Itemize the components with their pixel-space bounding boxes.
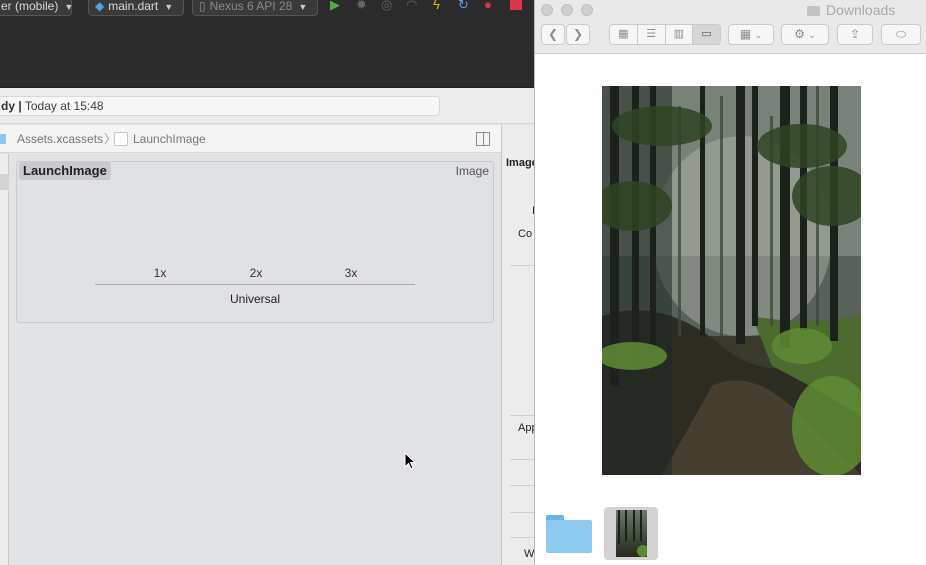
tag-icon: ⬭	[895, 27, 907, 41]
hot-restart-icon[interactable]: ↻	[458, 0, 469, 12]
list-icon: ☰	[646, 28, 657, 40]
chevron-down-icon: ⌄	[754, 30, 763, 40]
minimize-window-button[interactable]	[561, 4, 573, 16]
inspector-divider	[510, 537, 534, 538]
gallery-icon: ▭	[701, 28, 712, 40]
target-file-selector[interactable]: ◆ main.dart ▼	[88, 0, 184, 16]
debug-icon[interactable]: ✹	[356, 0, 367, 12]
chevron-left-icon: ❮	[547, 27, 559, 41]
activity-status: dy | Today at 15:48	[0, 96, 440, 116]
scheme-label: er (mobile)	[1, 0, 59, 13]
finder-toolbar: Downloads ❮ ❯ ▦ ☰ ▥ ▭ ▦ ⌄ ⚙ ⌄ ⇪ ⬭	[535, 0, 926, 54]
gallery-thumbnail-strip	[535, 500, 926, 565]
asset-list-strip[interactable]	[0, 154, 9, 565]
flutter-icon: ◆	[95, 0, 105, 13]
asset-type-label: Image	[455, 164, 489, 178]
asset-list-selection[interactable]	[0, 174, 9, 190]
action-button[interactable]: ⚙ ⌄	[781, 24, 829, 45]
view-mode-selector: ▦ ☰ ▥ ▭	[609, 24, 721, 45]
stop-icon[interactable]	[510, 0, 522, 10]
inspector-divider	[510, 512, 534, 513]
share-button[interactable]: ⇪	[837, 24, 873, 45]
icon-view-button[interactable]: ▦	[610, 25, 638, 44]
image-set-icon	[114, 132, 128, 146]
toolbar-row: er (mobile) ▼ ◆ main.dart ▼ ▯ Nexus 6 API 28…	[0, 0, 534, 17]
folder-icon	[0, 134, 6, 144]
columns-icon: ▥	[673, 28, 685, 40]
finder-title: Downloads	[807, 2, 895, 18]
gallery-view-button[interactable]: ▭	[693, 25, 720, 44]
chevron-down-icon: ▼	[298, 2, 308, 12]
inspector-divider	[510, 485, 534, 486]
share-icon: ⇪	[849, 27, 861, 41]
profile-icon[interactable]: ◎	[381, 0, 392, 12]
attach-icon[interactable]: ◠	[406, 0, 417, 12]
device-selector[interactable]: ▯ Nexus 6 API 28 ▼	[192, 0, 318, 16]
breadcrumb-item-assets[interactable]: Assets.xcassets	[17, 125, 103, 153]
chevron-down-icon: ⌄	[808, 30, 816, 40]
forest-image	[602, 86, 861, 475]
grid-icon: ▦	[739, 27, 752, 41]
asset-editor: LaunchImage Image 1x 2x 3x Universal	[9, 154, 501, 565]
gear-icon: ⚙	[794, 27, 805, 41]
slot-1x[interactable]: 1x	[145, 266, 175, 280]
tags-button[interactable]: ⬭	[881, 24, 921, 45]
folder-icon	[546, 520, 592, 553]
finder-window: Downloads ❮ ❯ ▦ ☰ ▥ ▭ ▦ ⌄ ⚙ ⌄ ⇪ ⬭	[534, 0, 926, 565]
inspector-divider	[510, 415, 534, 416]
slot-2x[interactable]: 2x	[241, 266, 271, 280]
sync-icon[interactable]: ●	[484, 0, 492, 12]
status-state: dy	[1, 99, 16, 113]
device-label: Nexus 6 API 28	[209, 0, 293, 13]
slot-divider	[95, 284, 415, 285]
chevron-down-icon: ▼	[164, 2, 174, 12]
image-set-card[interactable]: LaunchImage Image 1x 2x 3x Universal	[16, 161, 494, 323]
list-view-button[interactable]: ☰	[638, 25, 666, 44]
finder-title-text: Downloads	[826, 2, 896, 18]
column-view-button[interactable]: ▥	[666, 25, 694, 44]
hot-reload-icon[interactable]: ϟ	[433, 0, 440, 12]
forest-image-preview[interactable]	[602, 86, 861, 475]
slot-3x[interactable]: 3x	[336, 266, 366, 280]
forest-thumbnail	[618, 510, 647, 557]
inspector-divider	[510, 265, 534, 266]
inspector-row-4: W	[524, 548, 534, 560]
image-thumbnail-selected[interactable]	[604, 507, 658, 560]
split-editor-icon[interactable]	[476, 132, 490, 146]
inspector-row-3: App	[518, 422, 534, 434]
forward-button[interactable]: ❯	[566, 24, 590, 45]
forest-thumbnail-image	[616, 510, 647, 557]
inspector-divider	[510, 459, 534, 460]
group-button[interactable]: ▦ ⌄	[728, 24, 774, 45]
chevron-down-icon: ▼	[64, 2, 74, 12]
asset-name[interactable]: LaunchImage	[19, 162, 111, 180]
status-separator: |	[18, 99, 22, 113]
zoom-window-button[interactable]	[581, 4, 593, 16]
phone-icon: ▯	[199, 0, 206, 13]
breadcrumb-item-launchimage[interactable]: LaunchImage	[133, 125, 206, 153]
ide-toolbar: er (mobile) ▼ ◆ main.dart ▼ ▯ Nexus 6 API 28…	[0, 0, 534, 88]
breadcrumb: Assets.xcassets 〉 LaunchImage	[0, 125, 501, 153]
scheme-selector[interactable]: er (mobile) ▼	[0, 0, 74, 16]
inspector-panel: Image I Co App W	[501, 125, 534, 565]
back-button[interactable]: ❮	[541, 24, 565, 45]
folder-icon	[807, 6, 820, 16]
idiom-label: Universal	[229, 292, 280, 306]
folder-thumbnail[interactable]	[546, 515, 592, 553]
inspector-header: Image	[506, 157, 534, 169]
status-area: dy | Today at 15:48	[0, 88, 534, 124]
mouse-cursor	[404, 452, 416, 470]
grid-icon: ▦	[618, 28, 629, 40]
chevron-right-icon: ❯	[572, 27, 584, 41]
close-window-button[interactable]	[541, 4, 553, 16]
run-icon[interactable]: ▶	[330, 0, 340, 12]
target-file-label: main.dart	[108, 0, 159, 13]
status-time: Today at 15:48	[24, 99, 104, 113]
inspector-row-2: Co	[518, 228, 533, 240]
